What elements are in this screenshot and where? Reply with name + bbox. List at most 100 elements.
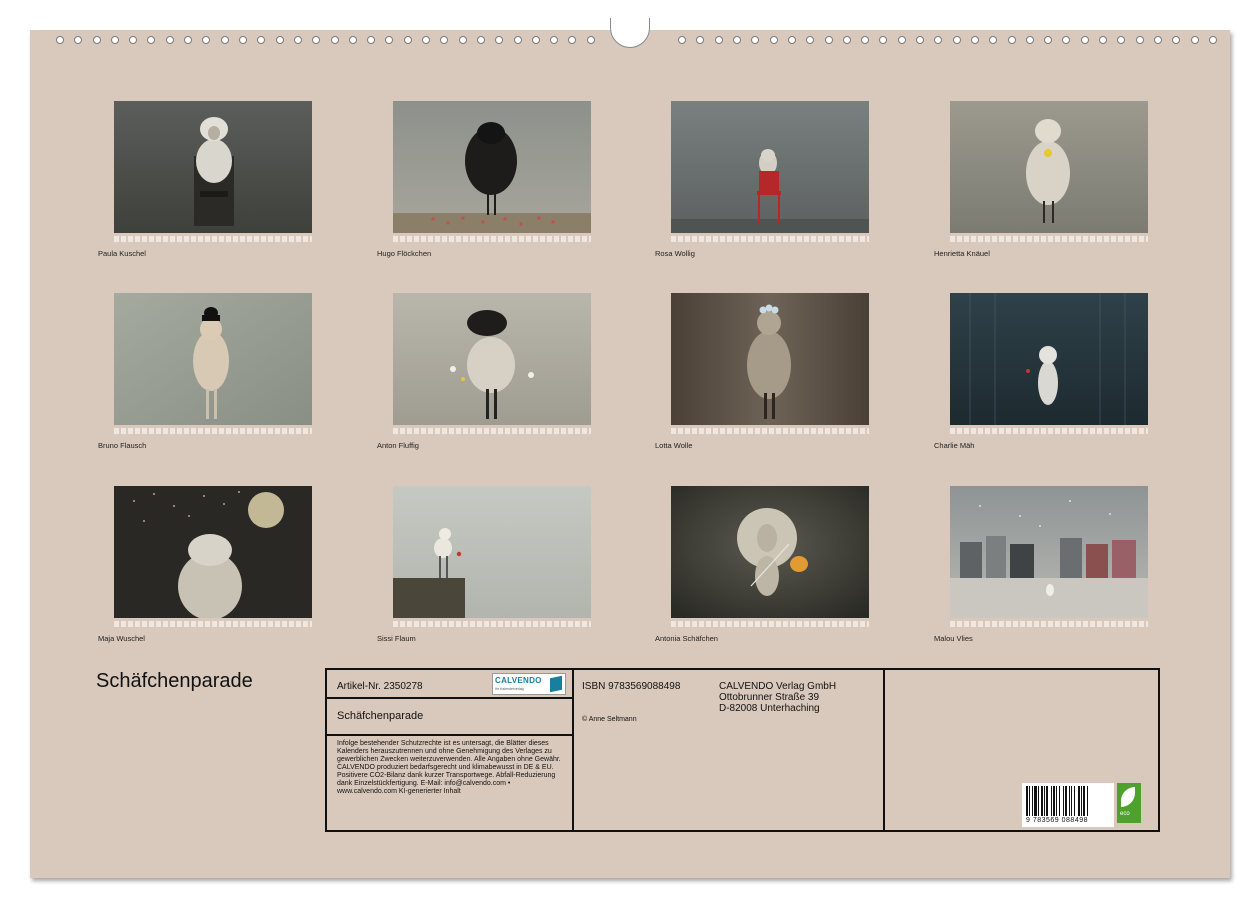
binding-hole [166,36,174,44]
sheep-photo-henrietta [950,101,1148,233]
image-caption: Paula Kuschel [98,249,146,258]
image-caption: Bruno Flausch [98,441,147,450]
binding-hole [1136,36,1144,44]
binding-hole [1099,36,1107,44]
binding-hole [147,36,155,44]
image-caption: Sissi Flaum [377,634,416,643]
logo-text: CALVENDO [495,676,542,685]
sheep-photo-hugo [393,101,591,233]
hanger-cutout [610,18,650,48]
month-strip [671,621,869,627]
calvendo-mark-icon [550,675,562,693]
month-strip [671,428,869,434]
month-strip [671,236,869,242]
image-caption: Henrietta Knäuel [934,249,990,258]
publisher-line-3: D-82008 Unterhaching [719,703,820,714]
logo-subtext: Ihr Kalenderverlag [495,687,524,691]
divider [572,670,574,830]
barcode-bar [1038,786,1039,816]
sheep-photo-charlie [950,293,1148,425]
barcode-number: 9 783569 088498 [1026,817,1088,824]
barcode-bar [1078,786,1080,816]
isbn: ISBN 9783569088498 [582,681,681,692]
spiral-binding [30,18,1230,54]
image-caption: Lotta Wolle [655,441,693,450]
month-strip [114,428,312,434]
binding-hole [367,36,375,44]
binding-hole [477,36,485,44]
barcode-bar [1026,786,1028,816]
barcode-bar [1069,786,1070,816]
binding-hole [74,36,82,44]
barcode-bar [1051,786,1052,816]
eco-label: eco [1120,811,1130,817]
binding-hole [184,36,192,44]
barcode-bar [1081,786,1082,816]
binding-hole [495,36,503,44]
binding-hole [1008,36,1016,44]
binding-hole [276,36,284,44]
month-strip [950,428,1148,434]
month-strip [393,621,591,627]
barcode-bar [1044,786,1045,816]
isbn-barcode: 9 783569 088498 [1022,783,1114,827]
barcode-bar [1065,786,1067,816]
binding-hole [1117,36,1125,44]
image-caption: Charlie Mäh [934,441,975,450]
sheep-photo-rosa [671,101,869,233]
binding-hole [1044,36,1052,44]
publisher-line-2: Ottobrunner Straße 39 [719,692,820,703]
info-box: Artikel-Nr. 2350278 CALVENDO Ihr Kalende… [325,668,1160,832]
legal-text: Infolge bestehender Schutzrechte ist es … [337,740,561,795]
binding-hole [934,36,942,44]
binding-hole [312,36,320,44]
binding-hole [843,36,851,44]
article-number: Artikel-Nr. 2350278 [337,681,423,692]
binding-hole [257,36,265,44]
binding-hole [349,36,357,44]
binding-hole [1172,36,1180,44]
binding-hole [514,36,522,44]
binding-hole [239,36,247,44]
binding-hole [770,36,778,44]
binding-hole [404,36,412,44]
binding-hole [440,36,448,44]
divider [327,697,572,699]
binding-hole [111,36,119,44]
binding-hole [568,36,576,44]
image-caption: Malou Vlies [934,634,973,643]
sheep-photo-malou [950,486,1148,618]
binding-hole [733,36,741,44]
binding-hole [696,36,704,44]
barcode-bar [1046,786,1048,816]
binding-hole [879,36,887,44]
binding-hole [550,36,558,44]
binding-hole [93,36,101,44]
copyright: © Anne Seltmann [582,716,637,723]
image-caption: Maja Wuschel [98,634,145,643]
binding-hole [898,36,906,44]
binding-hole [989,36,997,44]
binding-hole [825,36,833,44]
binding-hole [1081,36,1089,44]
eco-badge: eco [1117,783,1141,823]
binding-hole [1209,36,1217,44]
calvendo-logo: CALVENDO Ihr Kalenderverlag [492,673,566,695]
binding-hole [385,36,393,44]
sheep-photo-lotta [671,293,869,425]
image-caption: Anton Fluffig [377,441,419,450]
month-strip [114,621,312,627]
box-title: Schäfchenparade [337,710,424,722]
binding-hole [221,36,229,44]
binding-hole [56,36,64,44]
binding-hole [129,36,137,44]
sheep-photo-bruno [114,293,312,425]
barcode-bar [1032,786,1033,816]
binding-hole [1026,36,1034,44]
barcode-bar [1074,786,1075,816]
barcode-bar [1083,786,1085,816]
image-caption: Hugo Flöckchen [377,249,432,258]
month-strip [393,428,591,434]
binding-hole [715,36,723,44]
calendar-title: Schäfchenparade [96,670,253,692]
